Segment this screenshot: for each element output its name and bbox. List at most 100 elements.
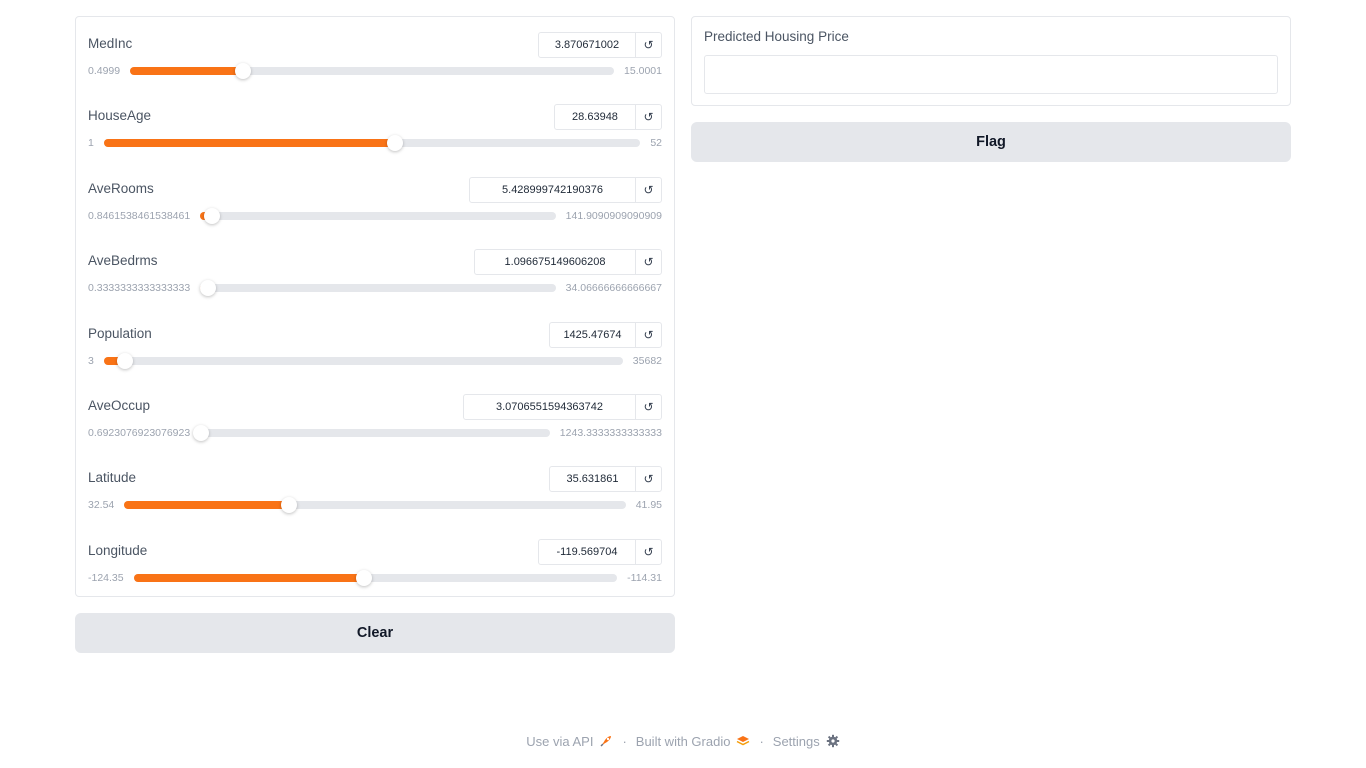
reset-icon[interactable]: ↺ [635,539,661,564]
averooms-slider-track[interactable] [200,207,556,224]
range-max-label: 1243.3333333333333 [559,427,662,439]
number-box: ↺ [538,32,662,58]
range-row: 0.6923076923076923 1243.3333333333333 [88,425,662,441]
range-min-label: 0.3333333333333333 [88,282,191,295]
number-box: ↺ [554,104,662,131]
slider-fill [103,139,395,148]
slider-thumb[interactable] [281,497,298,514]
slider-label: AveOccup [88,398,151,413]
slider-thumb[interactable] [203,207,220,224]
reset-icon[interactable]: ↺ [635,250,661,275]
range-row: 0.8461538461538461 141.9090909090909 [88,207,662,224]
built-with-gradio-label: Built with Gradio [635,733,731,749]
population-number-input[interactable] [550,322,635,347]
slider-latitude: Latitude ↺ 32.54 41.95 [88,466,662,540]
slider-label: Population [88,325,152,341]
number-box: ↺ [549,321,662,348]
range-max-label: 35682 [632,354,662,367]
range-row: 32.54 41.95 [88,497,662,514]
footer-separator: · [759,733,764,749]
medinc-slider-track[interactable] [130,63,615,79]
slider-fill [133,573,364,582]
population-slider-track[interactable] [103,352,623,369]
avebedrms-slider-track[interactable] [200,280,556,297]
range-min-label: 3 [88,354,94,367]
reset-icon[interactable]: ↺ [635,322,661,347]
output-label: Predicted Housing Price [704,29,849,44]
range-row: 0.4999 15.0001 [88,63,662,79]
houseage-number-input[interactable] [555,105,635,130]
reset-icon[interactable]: ↺ [635,467,661,492]
slider-thumb[interactable] [192,425,209,441]
range-min-label: 0.8461538461538461 [88,209,191,222]
averooms-number-input[interactable] [470,177,635,202]
built-with-gradio-link[interactable]: Built with Gradio [636,734,751,749]
slider-longitude: Longitude ↺ -124.35 -114.31 [88,538,662,613]
range-row: 0.3333333333333333 34.06666666666667 [88,280,662,297]
range-max-label: -114.31 [627,571,662,584]
slider-population: Population ↺ 3 35682 [88,321,662,396]
slider-thumb[interactable] [234,63,251,79]
latitude-slider-track[interactable] [124,497,626,514]
range-max-label: 34.06666666666667 [565,282,662,295]
slider-fill [130,67,243,75]
flag-button[interactable]: Flag [691,122,1291,162]
slider-label: AveRooms [88,180,154,196]
number-box: ↺ [474,249,662,276]
range-row: 3 35682 [88,352,662,369]
slider-thumb[interactable] [200,280,217,297]
settings-label: Settings [772,733,820,749]
range-row: 1 52 [88,135,662,152]
longitude-slider-track[interactable] [133,569,618,586]
slider-thumb[interactable] [386,135,403,152]
slider-label: HouseAge [88,108,152,124]
output-panel: Predicted Housing Price [691,16,1291,106]
range-max-label: 15.0001 [624,65,662,77]
reset-icon[interactable]: ↺ [635,177,661,202]
aveoccup-number-input[interactable] [464,395,635,419]
range-max-label: 141.9090909090909 [565,209,662,222]
slider-averooms: AveRooms ↺ 0.8461538461538461 141.909090909… [88,176,662,251]
slider-label: Longitude [88,542,148,558]
range-min-label: 0.4999 [88,65,121,77]
slider-thumb[interactable] [116,352,133,369]
range-min-label: -124.35 [88,571,124,584]
clear-button[interactable]: Clear [75,613,675,653]
slider-label: MedInc [88,36,133,51]
slider-thumb[interactable] [355,569,372,586]
footer: Use via API · Built with Gradio · Settin… [0,732,1366,750]
number-box: ↺ [538,538,662,565]
longitude-number-input[interactable] [539,539,635,564]
slider-fill [124,501,290,510]
reset-icon[interactable]: ↺ [635,33,661,57]
slider-label: AveBedrms [88,253,158,269]
range-row: -124.35 -114.31 [88,569,662,586]
inputs-panel: MedInc ↺ 0.4999 15.0001 HouseAge ↺ 1 52 AveRooms… [75,16,675,597]
slider-houseage: HouseAge ↺ 1 52 [88,104,662,178]
gear-icon [826,734,840,748]
number-box: ↺ [463,394,662,420]
gradio-logo-icon [736,734,750,748]
slider-label: Latitude [88,470,137,486]
range-min-label: 32.54 [88,499,115,512]
footer-separator: · [622,733,627,749]
slider-avebedrms: AveBedrms ↺ 0.3333333333333333 34.066666666… [88,249,662,323]
number-box: ↺ [549,466,662,493]
medinc-number-input[interactable] [539,33,635,57]
use-via-api-link[interactable]: Use via API [526,734,613,749]
range-max-label: 52 [650,137,662,150]
use-via-api-label: Use via API [526,733,594,749]
range-max-label: 41.95 [635,499,662,512]
reset-icon[interactable]: ↺ [635,395,661,419]
houseage-slider-track[interactable] [103,135,641,152]
range-min-label: 0.6923076923076923 [88,427,191,439]
range-min-label: 1 [88,137,94,150]
reset-icon[interactable]: ↺ [635,105,661,130]
avebedrms-number-input[interactable] [475,250,635,275]
number-box: ↺ [469,176,662,203]
latitude-number-input[interactable] [550,467,635,492]
slider-aveoccup: AveOccup ↺ 0.6923076923076923 1243.33333333… [88,394,662,468]
settings-link[interactable]: Settings [773,734,840,749]
aveoccup-slider-track[interactable] [192,425,550,441]
predicted-price-output[interactable] [704,55,1278,94]
